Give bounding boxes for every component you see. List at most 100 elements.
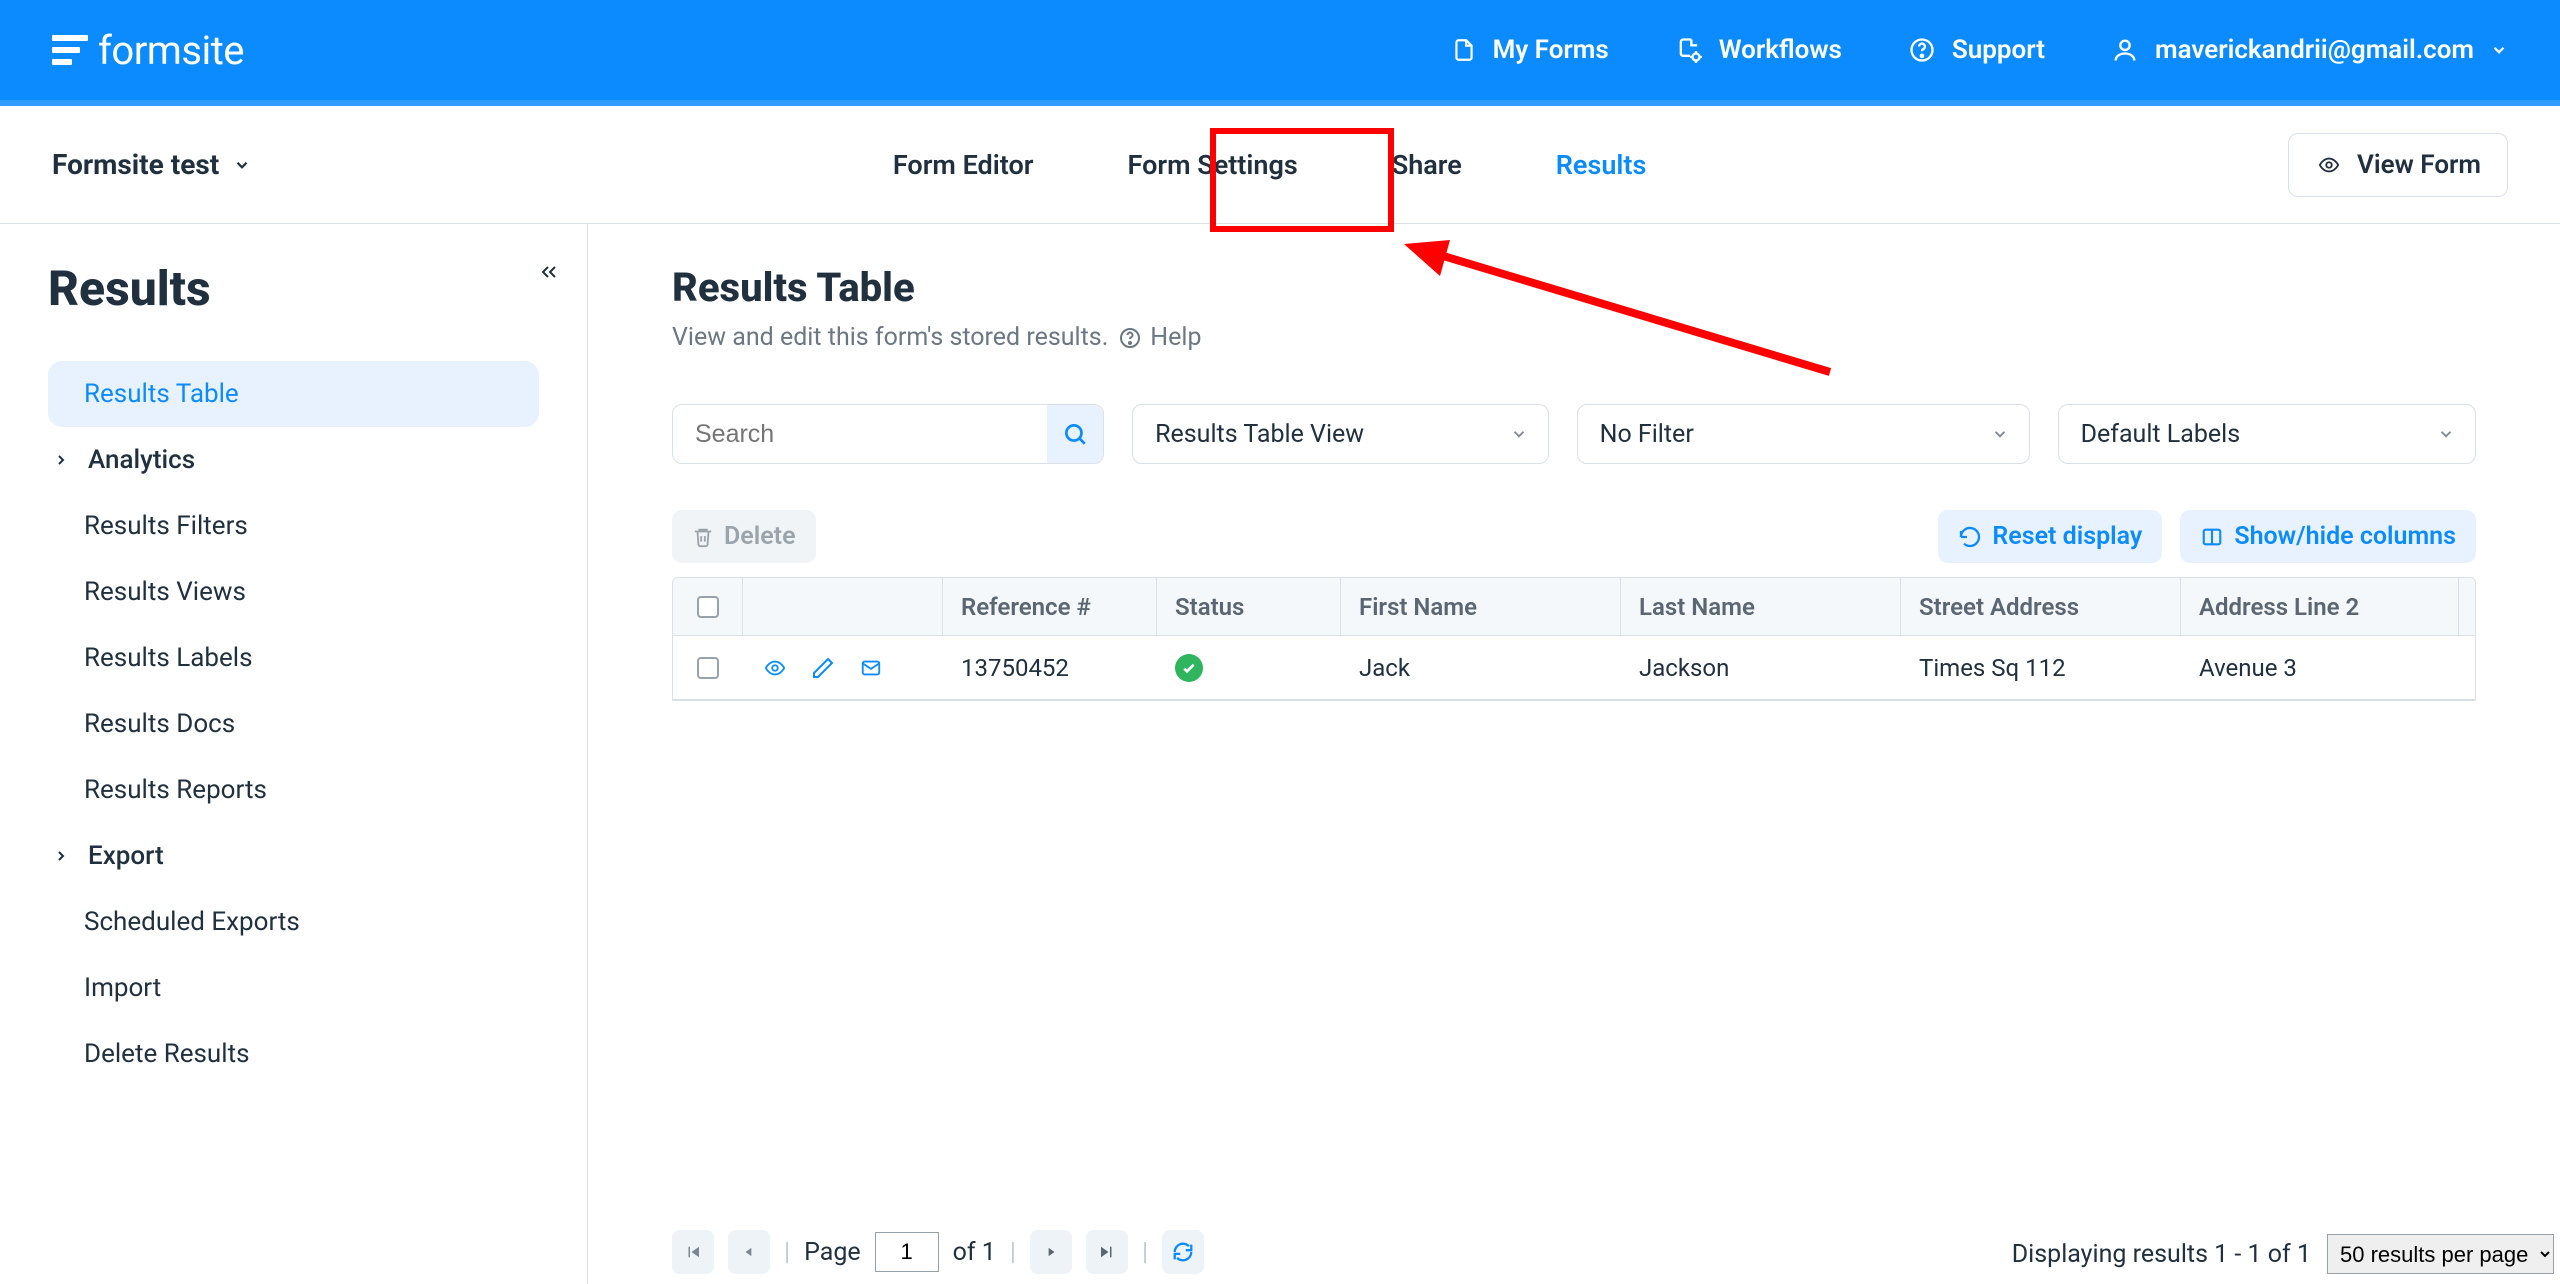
sidebar-item-results-table[interactable]: Results Table (48, 361, 539, 427)
brand-text: formsite (98, 27, 244, 74)
cell-addr2: Avenue 3 (2181, 636, 2459, 699)
pager-refresh-button[interactable] (1162, 1230, 1204, 1274)
skip-back-icon (684, 1243, 702, 1261)
caret-left-icon (742, 1244, 756, 1260)
pager-summary-text: Displaying results 1 - 1 of 1 (2012, 1240, 2311, 1269)
sidebar-title: Results (48, 260, 539, 317)
sidebar-item-reports[interactable]: Results Reports (48, 757, 539, 823)
chevron-down-icon (2490, 41, 2508, 59)
labels-select[interactable]: Default Labels (2058, 404, 2476, 464)
pager-page-input[interactable] (875, 1232, 939, 1272)
th-status[interactable]: Status (1157, 578, 1341, 635)
sidebar-item-filters[interactable]: Results Filters (48, 493, 539, 559)
top-nav: My Forms Workflows Support maverickandri… (1451, 35, 2508, 65)
trash-icon (692, 525, 714, 549)
chevron-down-icon (2437, 425, 2455, 443)
pencil-icon (811, 656, 835, 680)
undo-icon (1958, 525, 1982, 549)
page-title: Results Table (672, 264, 2476, 311)
mail-icon (857, 657, 885, 679)
status-ok-icon (1175, 654, 1203, 682)
cell-first-name: Jack (1341, 636, 1621, 699)
table-row[interactable]: 13750452 Jack Jackson Times Sq 112 Avenu… (673, 636, 2475, 700)
edit-row-button[interactable] (811, 656, 835, 680)
tab-results[interactable]: Results (1544, 135, 1659, 195)
sidebar-item-scheduled-exports[interactable]: Scheduled Exports (48, 889, 539, 955)
chevron-down-icon (1510, 425, 1528, 443)
columns-icon (2200, 526, 2224, 548)
chevrons-left-icon (537, 260, 561, 284)
collapse-sidebar-button[interactable] (537, 260, 561, 284)
caret-right-icon (1044, 1244, 1058, 1260)
help-link[interactable]: Help (1118, 323, 1201, 352)
search-box (672, 404, 1104, 464)
brand-logo[interactable]: formsite (52, 27, 244, 74)
cell-city: New York (2459, 636, 2476, 699)
form-tabs: Form Editor Form Settings Share Results (881, 106, 1659, 223)
th-street[interactable]: Street Address (1901, 578, 2181, 635)
chevron-right-icon (53, 848, 69, 864)
tab-settings[interactable]: Form Settings (1116, 135, 1310, 195)
pager-page-label: Page (804, 1238, 861, 1267)
cell-status (1157, 636, 1341, 699)
pager-next-button[interactable] (1030, 1230, 1072, 1274)
search-input[interactable] (673, 420, 1047, 449)
email-row-button[interactable] (857, 657, 885, 679)
page-subtitle: View and edit this form's stored results… (672, 323, 2476, 352)
sidebar-item-delete-results[interactable]: Delete Results (48, 1021, 539, 1087)
nav-my-forms[interactable]: My Forms (1451, 35, 1609, 65)
pager-last-button[interactable] (1086, 1230, 1128, 1274)
pager-of-label: of 1 (953, 1238, 996, 1267)
search-button[interactable] (1047, 405, 1103, 463)
view-form-button[interactable]: View Form (2288, 133, 2508, 197)
pager-first-button[interactable] (672, 1230, 714, 1274)
th-addr2[interactable]: Address Line 2 (2181, 578, 2459, 635)
th-first-name[interactable]: First Name (1341, 578, 1621, 635)
cell-last-name: Jackson (1621, 636, 1901, 699)
th-actions (743, 578, 943, 635)
sidebar-item-export[interactable]: Export (48, 823, 539, 889)
help-circle-icon (1118, 326, 1142, 350)
sidebar-item-analytics[interactable]: Analytics (48, 427, 539, 493)
topbar: formsite My Forms Workflows Support mave… (0, 0, 2560, 106)
refresh-icon (1172, 1241, 1194, 1263)
tab-share[interactable]: Share (1380, 135, 1474, 195)
nav-workflows[interactable]: Workflows (1675, 35, 1842, 65)
search-icon (1062, 421, 1088, 447)
view-row-button[interactable] (761, 657, 789, 679)
th-last-name[interactable]: Last Name (1621, 578, 1901, 635)
filter-select[interactable]: No Filter (1577, 404, 2030, 464)
subbar: Formsite test Form Editor Form Settings … (0, 106, 2560, 224)
chevron-down-icon (1991, 425, 2009, 443)
pager-summary: Displaying results 1 - 1 of 1 50 results… (2012, 1234, 2554, 1274)
chevron-down-icon (233, 156, 251, 174)
form-selector[interactable]: Formsite test (52, 148, 251, 181)
view-select[interactable]: Results Table View (1132, 404, 1549, 464)
delete-button[interactable]: Delete (672, 510, 816, 563)
table-header: Reference # Status First Name Last Name … (673, 578, 2475, 636)
tab-editor[interactable]: Form Editor (881, 135, 1046, 195)
cell-reference: 13750452 (943, 636, 1157, 699)
check-icon (1181, 660, 1197, 676)
reset-display-button[interactable]: Reset display (1938, 510, 2162, 563)
per-page-select[interactable]: 50 results per page (2327, 1234, 2554, 1274)
th-reference[interactable]: Reference # (943, 578, 1157, 635)
th-city[interactable]: City (2459, 578, 2476, 635)
sidebar-item-labels[interactable]: Results Labels (48, 625, 539, 691)
show-hide-columns-button[interactable]: Show/hide columns (2180, 510, 2476, 563)
row-checkbox[interactable] (697, 657, 719, 679)
sidebar-item-docs[interactable]: Results Docs (48, 691, 539, 757)
nav-account[interactable]: maverickandrii@gmail.com (2111, 35, 2508, 65)
file-icon (1451, 35, 1477, 65)
pager: | Page of 1 | | (672, 1230, 1204, 1274)
workflow-icon (1675, 35, 1703, 65)
select-all-checkbox[interactable] (697, 596, 719, 618)
pager-prev-button[interactable] (728, 1230, 770, 1274)
actions-row: Delete Reset display Show/hide columns (672, 510, 2476, 563)
sidebar: Results Results Table Analytics Results … (0, 224, 588, 1284)
nav-support[interactable]: Support (1908, 35, 2045, 65)
sidebar-item-import[interactable]: Import (48, 955, 539, 1021)
user-icon (2111, 35, 2139, 65)
sidebar-item-views[interactable]: Results Views (48, 559, 539, 625)
eye-icon (761, 657, 789, 679)
